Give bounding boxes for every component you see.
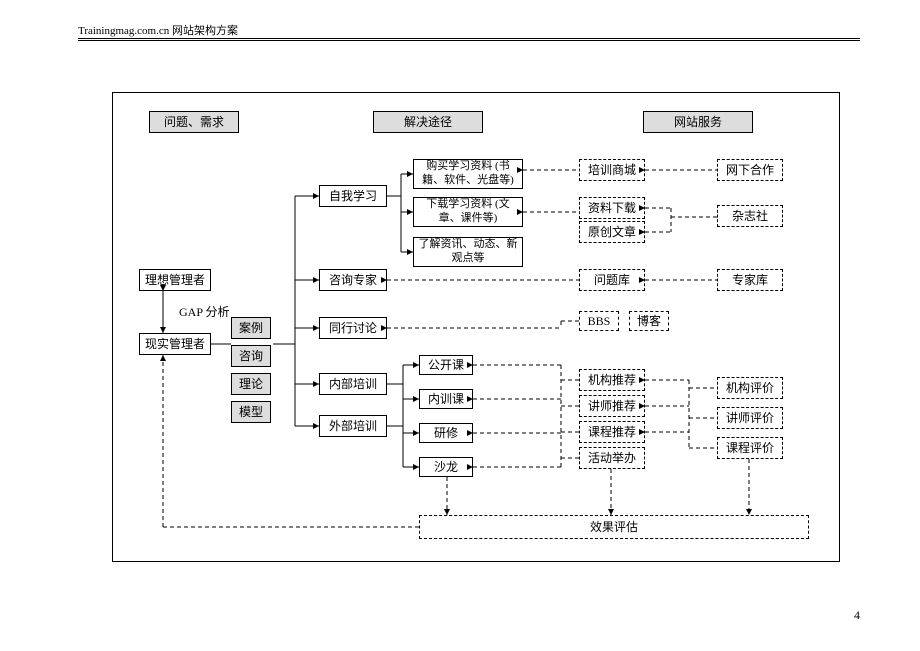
box-self-study: 自我学习 [319,185,387,207]
label-gap: GAP 分析 [179,303,230,320]
svc-bbs: BBS [579,311,619,331]
svc-course-eval: 课程评价 [717,437,783,459]
box-consult: 咨询专家 [319,269,387,291]
box-external: 外部培训 [319,415,387,437]
svc-magazine: 杂志社 [717,205,783,227]
box-evaluation: 效果评估 [419,515,809,539]
svc-experts: 专家库 [717,269,783,291]
page-header: Trainingmag.com.cn 网站架构方案 [78,22,238,38]
colhead-problems: 问题、需求 [149,111,239,133]
header-rule-outer [78,38,860,39]
sub-download: 下载学习资料 (文章、课件等) [413,197,523,227]
box-peer: 同行讨论 [319,317,387,339]
sub-buy: 购买学习资料 (书籍、软件、光盘等) [413,159,523,189]
svc-offline: 网下合作 [717,159,783,181]
svc-lect-rec: 讲师推荐 [579,395,645,417]
tag-stack: 案例 咨询 理论 模型 [231,317,271,429]
sub-open: 公开课 [419,355,473,375]
svc-lect-eval: 讲师评价 [717,407,783,429]
svc-org-eval: 机构评价 [717,377,783,399]
box-internal: 内部培训 [319,373,387,395]
tag-theory: 理论 [231,373,271,395]
svc-blog: 博客 [629,311,669,331]
sub-news: 了解资讯、动态、新观点等 [413,237,523,267]
header-rule-inner [78,40,860,41]
svc-org-rec: 机构推荐 [579,369,645,391]
box-real-manager: 现实管理者 [139,333,211,355]
svc-course-rec: 课程推荐 [579,421,645,443]
colhead-solutions: 解决途径 [373,111,483,133]
colhead-services: 网站服务 [643,111,753,133]
svc-download: 资料下载 [579,197,645,219]
svc-qbank: 问题库 [579,269,645,291]
tag-consult: 咨询 [231,345,271,367]
sub-seminar: 研修 [419,423,473,443]
svc-mall: 培训商城 [579,159,645,181]
page-number: 4 [854,608,860,623]
sub-in: 内训课 [419,389,473,409]
svc-original: 原创文章 [579,221,645,243]
box-ideal-manager: 理想管理者 [139,269,211,291]
sub-salon: 沙龙 [419,457,473,477]
tag-model: 模型 [231,401,271,423]
tag-case: 案例 [231,317,271,339]
diagram-frame: 问题、需求 解决途径 网站服务 理想管理者 现实管理者 GAP 分析 案例 咨询… [112,92,840,562]
svc-event: 活动举办 [579,447,645,469]
